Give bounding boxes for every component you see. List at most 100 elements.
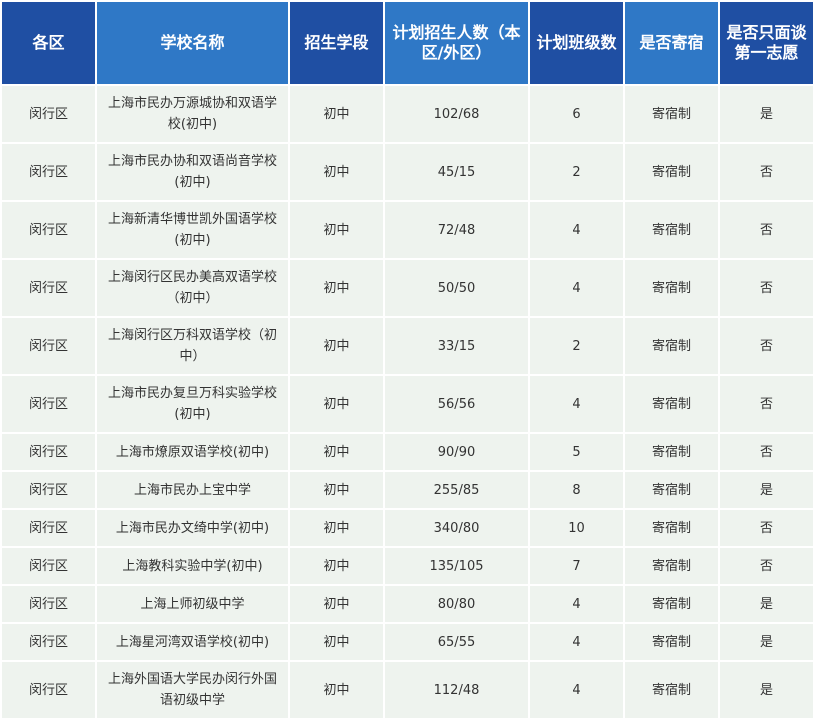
- table-row: 闵行区 上海新清华博世凯外国语学校(初中) 初中 72/48 4 寄宿制否: [0, 200, 813, 260]
- cell-boarding: 寄宿制: [623, 660, 720, 720]
- table-row: 闵行区 上海教科实验中学(初中) 初中 135/105 7 寄宿制否: [0, 546, 813, 586]
- cell-school-name: 上海星河湾双语学校(初中): [95, 622, 290, 662]
- table-row: 闵行区 上海外国语大学民办闵行外国语初级中学 初中 112/48 4 寄宿制是: [0, 660, 813, 720]
- cell-stage: 初中: [288, 584, 385, 624]
- cell-boarding: 寄宿制: [623, 142, 720, 202]
- cell-boarding: 寄宿制: [623, 432, 720, 472]
- cell-first-choice-only: 否: [718, 316, 813, 376]
- table-row: 闵行区 上海市民办万源城协和双语学校(初中) 初中 102/68 6 寄宿制是: [0, 84, 813, 144]
- cell-plan-count: 72/48: [383, 200, 530, 260]
- cell-class-count: 4: [528, 660, 625, 720]
- cell-boarding: 寄宿制: [623, 508, 720, 548]
- cell-first-choice-only: 否: [718, 258, 813, 318]
- table-row: 闵行区 上海市民办协和双语尚音学校(初中) 初中 45/15 2 寄宿制否: [0, 142, 813, 202]
- cell-district: 闵行区: [0, 84, 97, 144]
- cell-boarding: 寄宿制: [623, 200, 720, 260]
- cell-stage: 初中: [288, 200, 385, 260]
- cell-stage: 初中: [288, 258, 385, 318]
- cell-school-name: 上海闵行区万科双语学校（初中）: [95, 316, 290, 376]
- cell-stage: 初中: [288, 432, 385, 472]
- cell-class-count: 4: [528, 200, 625, 260]
- cell-first-choice-only: 否: [718, 508, 813, 548]
- cell-boarding: 寄宿制: [623, 258, 720, 318]
- cell-first-choice-only: 否: [718, 142, 813, 202]
- cell-school-name: 上海新清华博世凯外国语学校(初中): [95, 200, 290, 260]
- cell-district: 闵行区: [0, 432, 97, 472]
- header-row: 各区 学校名称 招生学段 计划招生人数（本区/外区） 计划班级数 是否寄宿 是否…: [0, 0, 813, 86]
- cell-school-name: 上海上师初级中学: [95, 584, 290, 624]
- cell-class-count: 7: [528, 546, 625, 586]
- header-plan-count: 计划招生人数（本区/外区）: [383, 0, 530, 86]
- cell-school-name: 上海外国语大学民办闵行外国语初级中学: [95, 660, 290, 720]
- cell-boarding: 寄宿制: [623, 84, 720, 144]
- cell-class-count: 5: [528, 432, 625, 472]
- cell-plan-count: 102/68: [383, 84, 530, 144]
- cell-boarding: 寄宿制: [623, 584, 720, 624]
- cell-class-count: 8: [528, 470, 625, 510]
- cell-class-count: 2: [528, 142, 625, 202]
- table-row: 闵行区 上海市民办文绮中学(初中) 初中 340/80 10 寄宿制否: [0, 508, 813, 548]
- cell-stage: 初中: [288, 84, 385, 144]
- header-district: 各区: [0, 0, 97, 86]
- cell-first-choice-only: 是: [718, 470, 813, 510]
- cell-plan-count: 33/15: [383, 316, 530, 376]
- table-row: 闵行区 上海市民办上宝中学 初中 255/85 8 寄宿制是: [0, 470, 813, 510]
- cell-stage: 初中: [288, 660, 385, 720]
- cell-plan-count: 56/56: [383, 374, 530, 434]
- table-row: 闵行区 上海市民办复旦万科实验学校(初中) 初中 56/56 4 寄宿制否: [0, 374, 813, 434]
- table-body: 闵行区 上海市民办万源城协和双语学校(初中) 初中 102/68 6 寄宿制是闵行区 上海市…: [0, 84, 813, 720]
- cell-boarding: 寄宿制: [623, 546, 720, 586]
- cell-boarding: 寄宿制: [623, 470, 720, 510]
- header-first-choice-only: 是否只面谈第一志愿: [718, 0, 813, 86]
- cell-district: 闵行区: [0, 622, 97, 662]
- cell-first-choice-only: 是: [718, 622, 813, 662]
- cell-stage: 初中: [288, 374, 385, 434]
- cell-stage: 初中: [288, 546, 385, 586]
- cell-school-name: 上海市民办协和双语尚音学校(初中): [95, 142, 290, 202]
- cell-district: 闵行区: [0, 316, 97, 376]
- cell-class-count: 10: [528, 508, 625, 548]
- table-row: 闵行区 上海闵行区民办美高双语学校（初中） 初中 50/50 4 寄宿制否: [0, 258, 813, 318]
- header-boarding: 是否寄宿: [623, 0, 720, 86]
- header-stage: 招生学段: [288, 0, 385, 86]
- cell-boarding: 寄宿制: [623, 622, 720, 662]
- cell-plan-count: 80/80: [383, 584, 530, 624]
- cell-plan-count: 340/80: [383, 508, 530, 548]
- cell-first-choice-only: 否: [718, 374, 813, 434]
- cell-stage: 初中: [288, 142, 385, 202]
- cell-stage: 初中: [288, 622, 385, 662]
- enrollment-table: 各区 学校名称 招生学段 计划招生人数（本区/外区） 计划班级数 是否寄宿 是否…: [0, 0, 813, 720]
- cell-plan-count: 65/55: [383, 622, 530, 662]
- cell-class-count: 6: [528, 84, 625, 144]
- cell-district: 闵行区: [0, 200, 97, 260]
- cell-district: 闵行区: [0, 546, 97, 586]
- cell-first-choice-only: 是: [718, 584, 813, 624]
- cell-school-name: 上海市民办万源城协和双语学校(初中): [95, 84, 290, 144]
- cell-first-choice-only: 是: [718, 660, 813, 720]
- table-row: 闵行区 上海市燎原双语学校(初中) 初中 90/90 5 寄宿制否: [0, 432, 813, 472]
- cell-stage: 初中: [288, 508, 385, 548]
- cell-plan-count: 255/85: [383, 470, 530, 510]
- cell-district: 闵行区: [0, 470, 97, 510]
- cell-first-choice-only: 是: [718, 84, 813, 144]
- cell-stage: 初中: [288, 316, 385, 376]
- cell-class-count: 4: [528, 584, 625, 624]
- cell-district: 闵行区: [0, 660, 97, 720]
- cell-boarding: 寄宿制: [623, 374, 720, 434]
- table-row: 闵行区 上海闵行区万科双语学校（初中） 初中 33/15 2 寄宿制否: [0, 316, 813, 376]
- cell-school-name: 上海市民办复旦万科实验学校(初中): [95, 374, 290, 434]
- cell-class-count: 4: [528, 622, 625, 662]
- cell-first-choice-only: 否: [718, 200, 813, 260]
- header-class-count: 计划班级数: [528, 0, 625, 86]
- cell-school-name: 上海市燎原双语学校(初中): [95, 432, 290, 472]
- cell-class-count: 2: [528, 316, 625, 376]
- cell-class-count: 4: [528, 258, 625, 318]
- cell-stage: 初中: [288, 470, 385, 510]
- cell-school-name: 上海闵行区民办美高双语学校（初中）: [95, 258, 290, 318]
- cell-district: 闵行区: [0, 258, 97, 318]
- cell-plan-count: 45/15: [383, 142, 530, 202]
- table-row: 闵行区 上海星河湾双语学校(初中) 初中 65/55 4 寄宿制是: [0, 622, 813, 662]
- cell-school-name: 上海市民办上宝中学: [95, 470, 290, 510]
- cell-first-choice-only: 否: [718, 432, 813, 472]
- cell-district: 闵行区: [0, 374, 97, 434]
